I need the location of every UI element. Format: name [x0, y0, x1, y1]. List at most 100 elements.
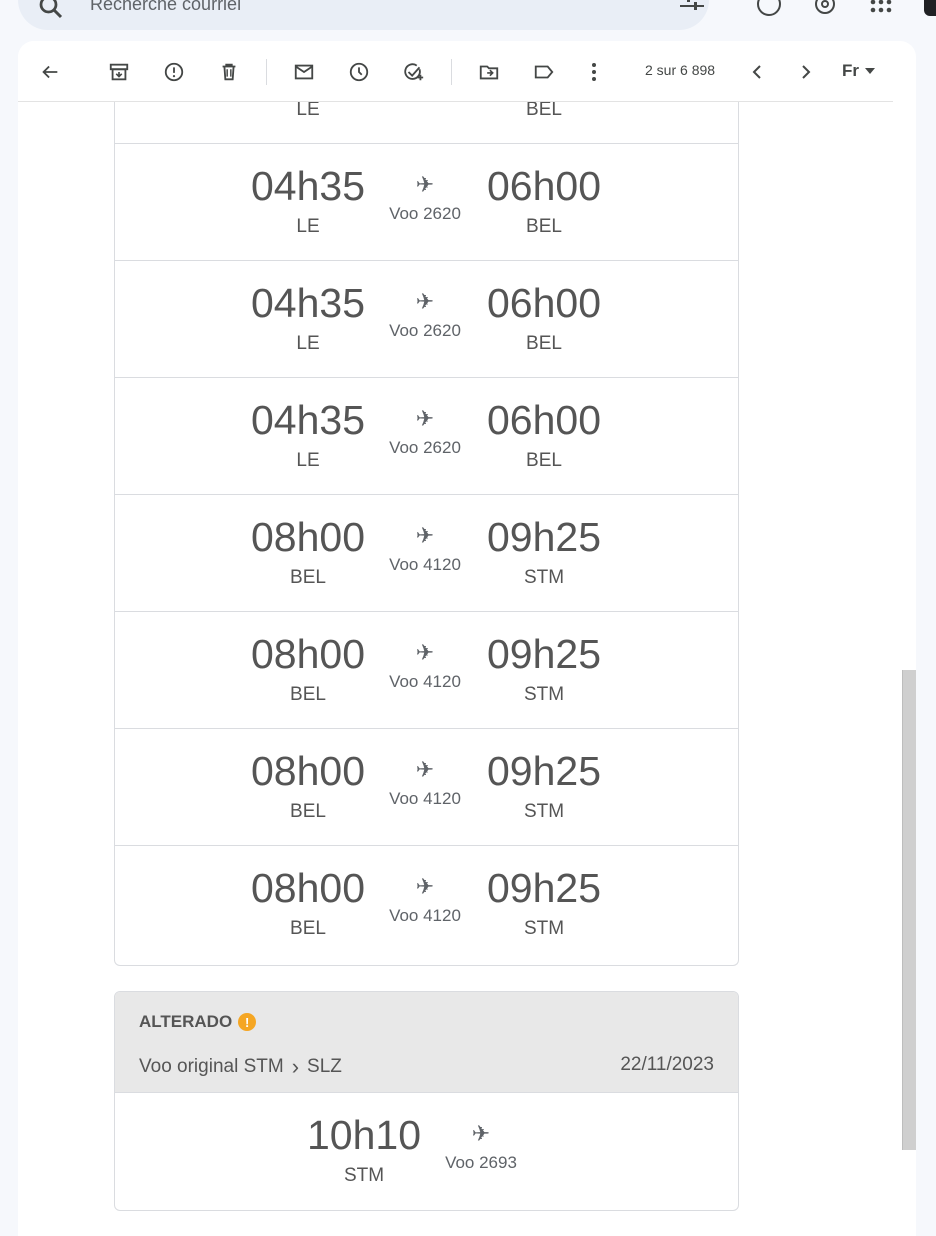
prev-email-icon[interactable]	[742, 57, 772, 87]
flight-row: 04h35 LE ✈ Voo 2620 06h00 BEL	[115, 261, 738, 378]
flight-info: ✈ Voo 4120	[375, 642, 475, 692]
input-tools-button[interactable]: Fr	[842, 61, 875, 81]
flight-number: Voo 2620	[389, 438, 461, 457]
delete-icon[interactable]	[214, 57, 244, 87]
flight-number: Voo 2620	[389, 321, 461, 340]
arrival-time: 06h00	[486, 163, 601, 209]
departure-code: BEL	[290, 801, 326, 822]
departure: 04h35 LE	[243, 283, 373, 355]
arrival: 09h25 STM	[479, 868, 609, 940]
flight-number: Voo 4120	[389, 789, 461, 808]
arrival: 06h00 BEL	[479, 283, 609, 355]
arrival-code: STM	[523, 684, 565, 705]
original-route-label: Voo original STM	[139, 1056, 284, 1077]
avatar[interactable]	[924, 0, 936, 16]
back-arrow-icon[interactable]	[35, 57, 65, 87]
arrival-code: BEL	[526, 216, 562, 237]
plane-icon: ✈	[415, 757, 435, 782]
departure-time: 04h35	[250, 163, 365, 209]
toolbar-divider	[266, 59, 267, 85]
flight-info: ✈ Voo 2620	[375, 174, 475, 224]
flight-row: 04h35 LE ✈ Voo 2620 06h00 BEL	[115, 378, 738, 495]
flight-list: 04h35 LE ✈ Voo 2620 06h00 BEL 04h35 LE ✈ Voo 2620…	[114, 41, 739, 966]
flight-number: Voo 4120	[389, 906, 461, 925]
plane-icon: ✈	[415, 289, 435, 314]
email-view: 2 sur 6 898 Fr 04h35LE✈Voo 262006h00BEL0…	[18, 41, 916, 1236]
move-to-icon[interactable]	[474, 57, 504, 87]
more-options-icon[interactable]	[579, 57, 609, 87]
arrival-time: 09h25	[486, 514, 601, 560]
departure: 08h00 BEL	[243, 868, 373, 940]
arrival-code: BEL	[526, 333, 562, 354]
flight-number: Voo 2693	[445, 1153, 517, 1172]
flight-info: ✈ Voo 2620	[375, 291, 475, 341]
departure-time: 08h00	[250, 631, 365, 677]
flight-info: ✈ Voo 4120	[375, 525, 475, 575]
arrival-code: BEL	[526, 450, 562, 471]
chevron-right-icon: ›	[291, 1054, 300, 1079]
archive-icon[interactable]	[104, 57, 134, 87]
original-route-dest: SLZ	[307, 1056, 342, 1077]
departure: 08h00 BEL	[243, 517, 373, 589]
altered-flight-card: ALTERADO ! Voo original STM › SLZ 22/11/…	[114, 991, 739, 1211]
mark-unread-icon[interactable]	[289, 57, 319, 87]
arrival: 09h25 STM	[479, 751, 609, 823]
settings-icon[interactable]	[811, 0, 839, 18]
flight-info: ✈ Voo 2693	[431, 1123, 531, 1173]
arrival-code: STM	[523, 801, 565, 822]
help-icon[interactable]	[755, 0, 783, 18]
flight-info: ✈ Voo 2620	[375, 408, 475, 458]
search-bar[interactable]: Recherche courriel	[18, 0, 709, 30]
altered-header: ALTERADO ! Voo original STM › SLZ 22/11/…	[115, 992, 738, 1093]
add-task-icon[interactable]	[399, 57, 429, 87]
departure: 08h00 BEL	[243, 634, 373, 706]
departure-time: 08h00	[250, 514, 365, 560]
departure-code: BEL	[290, 567, 326, 588]
caret-down-icon	[865, 68, 875, 74]
flight-number: Voo 4120	[389, 672, 461, 691]
flight-row: 08h00 BEL ✈ Voo 4120 09h25 STM	[115, 846, 738, 963]
departure-time: 10h10	[306, 1112, 421, 1158]
plane-icon: ✈	[415, 874, 435, 899]
plane-icon: ✈	[415, 640, 435, 665]
apps-grid-icon[interactable]	[867, 0, 895, 18]
arrival: 06h00 BEL	[479, 166, 609, 238]
report-spam-icon[interactable]	[159, 57, 189, 87]
arrival: 06h00 BEL	[479, 400, 609, 472]
arrival-time: 09h25	[486, 865, 601, 911]
altered-date: 22/11/2023	[620, 1054, 714, 1075]
tune-icon[interactable]	[678, 0, 706, 14]
arrival: 09h25 STM	[479, 634, 609, 706]
input-tools-label: Fr	[842, 61, 859, 80]
flight-number: Voo 4120	[389, 555, 461, 574]
search-icon[interactable]	[36, 0, 66, 22]
pagination-count: 2 sur 6 898	[645, 62, 716, 78]
departure-code: LE	[296, 99, 320, 120]
arrival-time: 09h25	[486, 748, 601, 794]
departure-time: 04h35	[250, 397, 365, 443]
arrival-time: 09h25	[486, 631, 601, 677]
plane-icon: ✈	[415, 172, 435, 197]
departure-code: LE	[296, 450, 320, 471]
departure: 10h10 STM	[299, 1115, 429, 1187]
scrollbar[interactable]	[902, 670, 916, 1150]
flight-row: 08h00 BEL ✈ Voo 4120 09h25 STM	[115, 495, 738, 612]
departure-time: 04h35	[250, 280, 365, 326]
next-email-icon[interactable]	[791, 57, 821, 87]
altered-flight-row: 10h10 STM ✈ Voo 2693	[115, 1093, 738, 1210]
departure: 04h35 LE	[243, 400, 373, 472]
altered-status: ALTERADO !	[139, 1012, 257, 1032]
original-route: Voo original STM › SLZ	[139, 1054, 342, 1080]
flight-row: 04h35 LE ✈ Voo 2620 06h00 BEL	[115, 144, 738, 261]
arrival-code: BEL	[526, 99, 562, 120]
arrival-time: 06h00	[486, 280, 601, 326]
label-icon[interactable]	[529, 57, 559, 87]
snooze-icon[interactable]	[344, 57, 374, 87]
search-input[interactable]: Recherche courriel	[90, 0, 241, 15]
flight-info: ✈ Voo 4120	[375, 759, 475, 809]
warning-icon: !	[238, 1013, 257, 1031]
departure-time: 08h00	[250, 865, 365, 911]
departure: 08h00 BEL	[243, 751, 373, 823]
departure-code: BEL	[290, 684, 326, 705]
arrival-code: STM	[523, 918, 565, 939]
